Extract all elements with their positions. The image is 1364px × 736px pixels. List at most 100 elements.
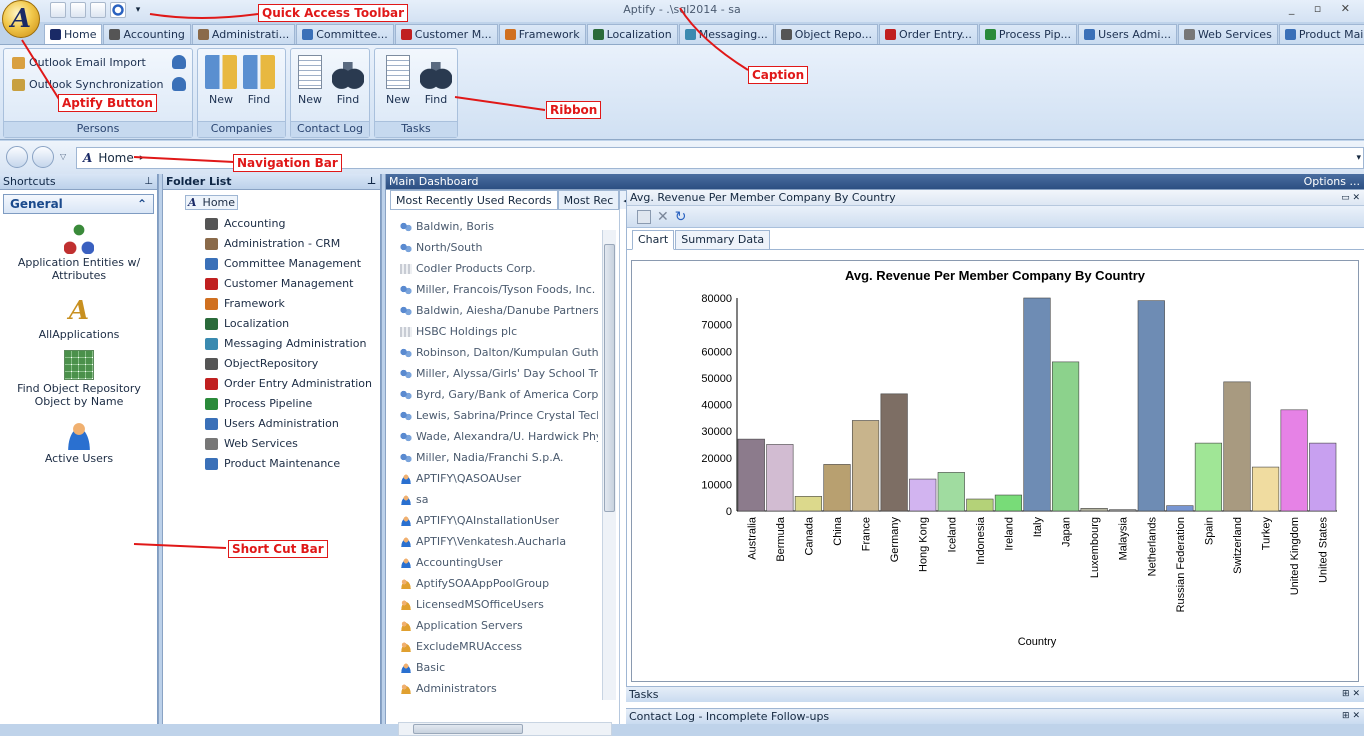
tab-framework[interactable]: Framework bbox=[498, 24, 586, 44]
tab-localization[interactable]: Localization bbox=[586, 24, 678, 44]
mru-list-item[interactable]: Baldwin, Aiesha/Danube Partners bbox=[400, 304, 598, 317]
mru-list-item[interactable]: Miller, Alyssa/Girls' Day School Trust bbox=[400, 367, 598, 380]
mru-list-item[interactable]: Codler Products Corp. bbox=[400, 262, 598, 275]
aptify-app-icon: A bbox=[68, 296, 90, 326]
tab-object-repo[interactable]: Object Repo... bbox=[774, 24, 878, 44]
add-person-icon[interactable] bbox=[172, 55, 186, 69]
aptify-button[interactable]: A bbox=[2, 0, 40, 38]
mru-list-item[interactable]: APTIFY\QAInstallationUser bbox=[400, 514, 598, 527]
tab-most-rec[interactable]: Most Rec bbox=[557, 190, 620, 209]
folder-item[interactable]: Messaging Administration bbox=[205, 337, 366, 350]
pane-controls-icon[interactable]: ⊞ ✕ bbox=[1342, 687, 1360, 702]
tab-home[interactable]: Home bbox=[44, 24, 103, 44]
back-button[interactable] bbox=[6, 146, 28, 168]
shortcut-item[interactable]: Application Entities w/ Attributes bbox=[0, 224, 158, 282]
tab-committee[interactable]: Committee... bbox=[296, 24, 394, 44]
outlook-sync-button[interactable]: Outlook Synchronization bbox=[12, 78, 163, 91]
refresh-icon[interactable] bbox=[110, 2, 126, 18]
qat-dropdown-icon[interactable]: ▾ bbox=[130, 2, 146, 18]
tab-chart[interactable]: Chart bbox=[632, 230, 675, 250]
tab-summary-data[interactable]: Summary Data bbox=[675, 230, 771, 249]
folder-item-label: Messaging Administration bbox=[224, 337, 367, 350]
folder-item[interactable]: Administration - CRM bbox=[205, 237, 340, 250]
tab-web-services[interactable]: Web Services bbox=[1177, 24, 1278, 44]
mru-list-item[interactable]: Robinson, Dalton/Kumpulan Guthrie bbox=[400, 346, 598, 359]
copy-icon[interactable] bbox=[70, 2, 86, 18]
folder-item[interactable]: Users Administration bbox=[205, 417, 339, 430]
history-dropdown-icon[interactable]: ▽ bbox=[60, 152, 66, 161]
mru-vertical-scrollbar[interactable] bbox=[602, 230, 616, 700]
mru-list-item[interactable]: APTIFY\Venkatesh.Aucharla bbox=[400, 535, 598, 548]
folder-item[interactable]: Customer Management bbox=[205, 277, 353, 290]
mru-list-item[interactable]: HSBC Holdings plc bbox=[400, 325, 598, 338]
tab-most-recently-used[interactable]: Most Recently Used Records bbox=[390, 190, 558, 209]
companies-new-button[interactable]: New bbox=[204, 55, 238, 106]
mru-list-item[interactable]: AccountingUser bbox=[400, 556, 598, 569]
mru-list-item[interactable]: LicensedMSOfficeUsers bbox=[400, 598, 598, 611]
companies-find-button[interactable]: Find bbox=[242, 55, 276, 106]
tab-order-entry[interactable]: Order Entry... bbox=[878, 24, 978, 44]
folder-item[interactable]: Accounting bbox=[205, 217, 285, 230]
mru-list-item[interactable]: Byrd, Gary/Bank of America Corporation bbox=[400, 388, 598, 401]
folder-item[interactable]: Product Maintenance bbox=[205, 457, 340, 470]
pin-icon[interactable]: ⊥ bbox=[367, 174, 376, 190]
mru-list-item[interactable]: sa bbox=[400, 493, 598, 506]
new-document-icon[interactable] bbox=[50, 2, 66, 18]
tasks-pane[interactable]: Tasks ⊞ ✕ bbox=[626, 686, 1364, 702]
folder-item[interactable]: Framework bbox=[205, 297, 285, 310]
tab-customer-m[interactable]: Customer M... bbox=[394, 24, 498, 44]
mru-list-item[interactable]: APTIFY\QASOAUser bbox=[400, 472, 598, 485]
mru-list-item[interactable]: Basic bbox=[400, 661, 598, 674]
forward-button[interactable] bbox=[32, 146, 54, 168]
delete-icon[interactable]: ✕ bbox=[657, 209, 669, 225]
tasks-find-button[interactable]: Find bbox=[419, 55, 453, 106]
scroll-thumb[interactable] bbox=[604, 244, 615, 512]
shortcut-item[interactable]: A AllApplications bbox=[0, 296, 158, 341]
pane-controls-icon[interactable]: ▭ ✕ bbox=[1341, 190, 1360, 206]
tab-administrati[interactable]: Administrati... bbox=[191, 24, 296, 44]
mru-list-item[interactable]: Baldwin, Boris bbox=[400, 220, 598, 233]
folder-item[interactable]: Process Pipeline bbox=[205, 397, 312, 410]
shortcut-item[interactable]: Active Users bbox=[0, 420, 158, 465]
mru-list-item[interactable]: Lewis, Sabrina/Prince Crystal Technology bbox=[400, 409, 598, 422]
folder-item[interactable]: ObjectRepository bbox=[205, 357, 318, 370]
path-dropdown-icon[interactable]: ▾ bbox=[1356, 153, 1361, 163]
tab-accounting[interactable]: Accounting bbox=[103, 24, 191, 44]
mru-list-item[interactable]: Administrators bbox=[400, 682, 598, 695]
mru-list-item[interactable]: Wade, Alexandra/U. Hardwick Physics bbox=[400, 430, 598, 443]
folder-item[interactable]: Order Entry Administration bbox=[205, 377, 372, 390]
folder-item[interactable]: Localization bbox=[205, 317, 289, 330]
x-tick-label: Bermuda bbox=[775, 516, 787, 562]
shortcut-group-general[interactable]: General ⌃ bbox=[3, 194, 154, 214]
mru-list-item[interactable]: Miller, Nadia/Franchi S.p.A. bbox=[400, 451, 598, 464]
contact-log-pane[interactable]: Contact Log - Incomplete Follow-ups ⊞ ✕ bbox=[626, 708, 1364, 724]
options-link[interactable]: Options ... bbox=[1304, 174, 1360, 190]
mru-list-item[interactable]: AptifySOAAppPoolGroup bbox=[400, 577, 598, 590]
pane-controls-icon[interactable]: ⊞ ✕ bbox=[1342, 709, 1360, 724]
folder-root[interactable]: A Home bbox=[185, 195, 239, 210]
tab-process-pip[interactable]: Process Pip... bbox=[978, 24, 1078, 44]
outlook-email-import-button[interactable]: Outlook Email Import bbox=[12, 56, 146, 69]
pin-icon[interactable]: ⊥ bbox=[144, 174, 153, 190]
scroll-thumb[interactable] bbox=[413, 724, 523, 734]
contact-log-new-button[interactable]: New bbox=[293, 55, 327, 106]
tab-users-admi[interactable]: Users Admi... bbox=[1078, 24, 1177, 44]
tab-product-mai[interactable]: Product Mai... bbox=[1278, 24, 1364, 44]
find-person-icon[interactable] bbox=[172, 77, 186, 91]
refresh-icon[interactable]: ↻ bbox=[675, 209, 687, 225]
shortcut-item[interactable]: Find Object Repository Object by Name bbox=[0, 350, 158, 408]
window-controls[interactable]: _ ▫ ✕ bbox=[1289, 2, 1358, 15]
mru-horizontal-scrollbar[interactable] bbox=[398, 722, 612, 736]
mru-list-item[interactable]: Miller, Francois/Tyson Foods, Inc. bbox=[400, 283, 598, 296]
folder-item[interactable]: Committee Management bbox=[205, 257, 361, 270]
tab-messaging[interactable]: Messaging... bbox=[678, 24, 774, 44]
contact-log-find-button[interactable]: Find bbox=[331, 55, 365, 106]
print-icon[interactable] bbox=[90, 2, 106, 18]
mru-list-item[interactable]: North/South bbox=[400, 241, 598, 254]
folder-item[interactable]: Web Services bbox=[205, 437, 298, 450]
collapse-icon[interactable]: ⌃ bbox=[137, 195, 147, 213]
calculator-icon[interactable] bbox=[637, 209, 651, 224]
mru-list-item[interactable]: Application Servers bbox=[400, 619, 598, 632]
mru-list-item[interactable]: ExcludeMRUAccess bbox=[400, 640, 598, 653]
tasks-new-button[interactable]: New bbox=[381, 55, 415, 106]
